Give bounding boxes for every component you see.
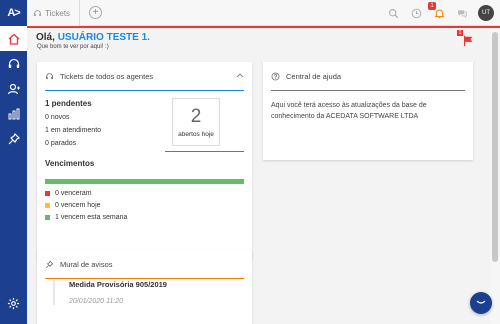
tickets-card-header[interactable]: Tickets de todos os agentes bbox=[37, 62, 252, 90]
top-tab-bar: Tickets + 1 UT bbox=[27, 0, 500, 26]
tab-label: Tickets bbox=[45, 8, 71, 18]
tab-tickets[interactable]: Tickets bbox=[27, 0, 80, 26]
app-logo[interactable]: A> bbox=[0, 0, 27, 26]
chat-bubble-icon bbox=[476, 300, 486, 304]
greeting-prefix: Olá, bbox=[36, 32, 55, 43]
opened-today-label: abertos hoje bbox=[178, 131, 214, 138]
in-progress-count: 1 em atendimento bbox=[45, 127, 102, 134]
due-today-label: 0 vencem hoje bbox=[55, 201, 101, 209]
notice-board-card: Mural de avisos Medida Provisória 905/20… bbox=[37, 250, 252, 324]
home-icon bbox=[8, 33, 19, 45]
stopped-count: 0 parados bbox=[45, 140, 77, 147]
kpi-divider bbox=[165, 151, 244, 152]
due-week-label: 1 vencem esta semana bbox=[55, 213, 128, 221]
new-count: 0 novos bbox=[45, 114, 70, 121]
sidebar-item-contacts[interactable] bbox=[0, 76, 27, 101]
main-content: Olá, USUÁRIO TESTE 1. Que bom te ver por… bbox=[27, 28, 490, 324]
due-color-expired bbox=[45, 190, 50, 196]
greeting: Olá, USUÁRIO TESTE 1. bbox=[36, 32, 150, 43]
history-button[interactable] bbox=[409, 6, 423, 20]
notice-card-divider bbox=[45, 278, 244, 279]
scrollbar-thumb[interactable] bbox=[492, 32, 498, 262]
due-legend-item: 0 vencem hoje bbox=[45, 199, 127, 211]
help-card-text: Aqui você terá acesso às atualizações da… bbox=[271, 102, 427, 120]
left-sidebar: A> bbox=[0, 0, 27, 324]
pin-icon bbox=[8, 132, 20, 144]
contacts-icon bbox=[7, 83, 20, 94]
due-title: Vencimentos bbox=[45, 159, 95, 168]
help-card-header: Central de ajuda bbox=[263, 62, 473, 90]
headset-icon bbox=[34, 9, 41, 16]
search-button[interactable] bbox=[386, 6, 400, 20]
pending-count: 1 pendentes bbox=[45, 99, 92, 108]
top-actions: 1 UT bbox=[386, 2, 494, 22]
sidebar-item-reports[interactable] bbox=[0, 101, 27, 126]
bar-chart-icon bbox=[8, 108, 19, 119]
sidebar-item-pinned[interactable] bbox=[0, 126, 27, 151]
greeting-subtitle: Que bom te ver por aqui! :) bbox=[37, 44, 109, 50]
headset-icon bbox=[8, 58, 19, 68]
tickets-card-title: Tickets de todos os agentes bbox=[60, 71, 154, 81]
due-expired-label: 0 venceram bbox=[55, 189, 92, 197]
question-circle-icon bbox=[271, 72, 280, 80]
chat-widget-button[interactable] bbox=[470, 292, 492, 314]
notice-card-header: Mural de avisos bbox=[37, 250, 252, 278]
flag-badge: 1 bbox=[457, 30, 463, 36]
due-legend: 0 venceram 0 vencem hoje 1 vencem esta s… bbox=[45, 187, 127, 223]
main-scrollbar[interactable] bbox=[490, 28, 500, 324]
due-progress-bar bbox=[45, 179, 244, 184]
sidebar-settings[interactable] bbox=[0, 297, 27, 310]
user-avatar[interactable]: UT bbox=[478, 5, 494, 21]
chat-icon bbox=[458, 9, 467, 18]
due-color-today bbox=[45, 202, 50, 208]
notice-card-title: Mural de avisos bbox=[60, 259, 113, 269]
gear-icon bbox=[7, 297, 20, 310]
notice-item[interactable]: Medida Provisória 905/2019 20/01/2020 11… bbox=[53, 280, 249, 305]
flag-button[interactable]: 1 bbox=[457, 30, 474, 52]
flag-icon bbox=[463, 35, 473, 47]
sidebar-item-tickets[interactable] bbox=[0, 51, 27, 76]
due-legend-item: 0 venceram bbox=[45, 187, 127, 199]
pin-icon bbox=[46, 260, 54, 268]
opened-today-value: 2 bbox=[190, 106, 202, 127]
clock-icon bbox=[411, 8, 421, 18]
help-card-title: Central de ajuda bbox=[286, 71, 342, 81]
add-tab-button[interactable]: + bbox=[89, 6, 102, 19]
sidebar-item-home[interactable] bbox=[0, 26, 27, 51]
notice-item-title: Medida Provisória 905/2019 bbox=[69, 280, 167, 289]
help-center-card: Central de ajuda Aqui você terá acesso à… bbox=[263, 62, 473, 160]
tickets-card: Tickets de todos os agentes 1 pendentes … bbox=[37, 62, 252, 260]
due-legend-item: 1 vencem esta semana bbox=[45, 211, 127, 223]
notification-badge: 1 bbox=[428, 2, 436, 10]
notice-item-date: 20/01/2020 11:20 bbox=[69, 298, 123, 305]
search-icon bbox=[388, 8, 398, 18]
chat-button[interactable] bbox=[455, 6, 469, 20]
due-color-week bbox=[45, 214, 50, 220]
chevron-up-icon[interactable] bbox=[236, 72, 244, 78]
headset-icon bbox=[46, 72, 53, 79]
opened-today-kpi[interactable]: 2 abertos hoje bbox=[172, 98, 220, 146]
tickets-card-divider bbox=[45, 90, 244, 91]
ticket-stats: 1 pendentes 0 novos 1 em atendimento 0 p… bbox=[45, 99, 101, 147]
notifications-button[interactable]: 1 bbox=[428, 2, 446, 20]
greeting-user: USUÁRIO TESTE 1. bbox=[57, 32, 150, 43]
